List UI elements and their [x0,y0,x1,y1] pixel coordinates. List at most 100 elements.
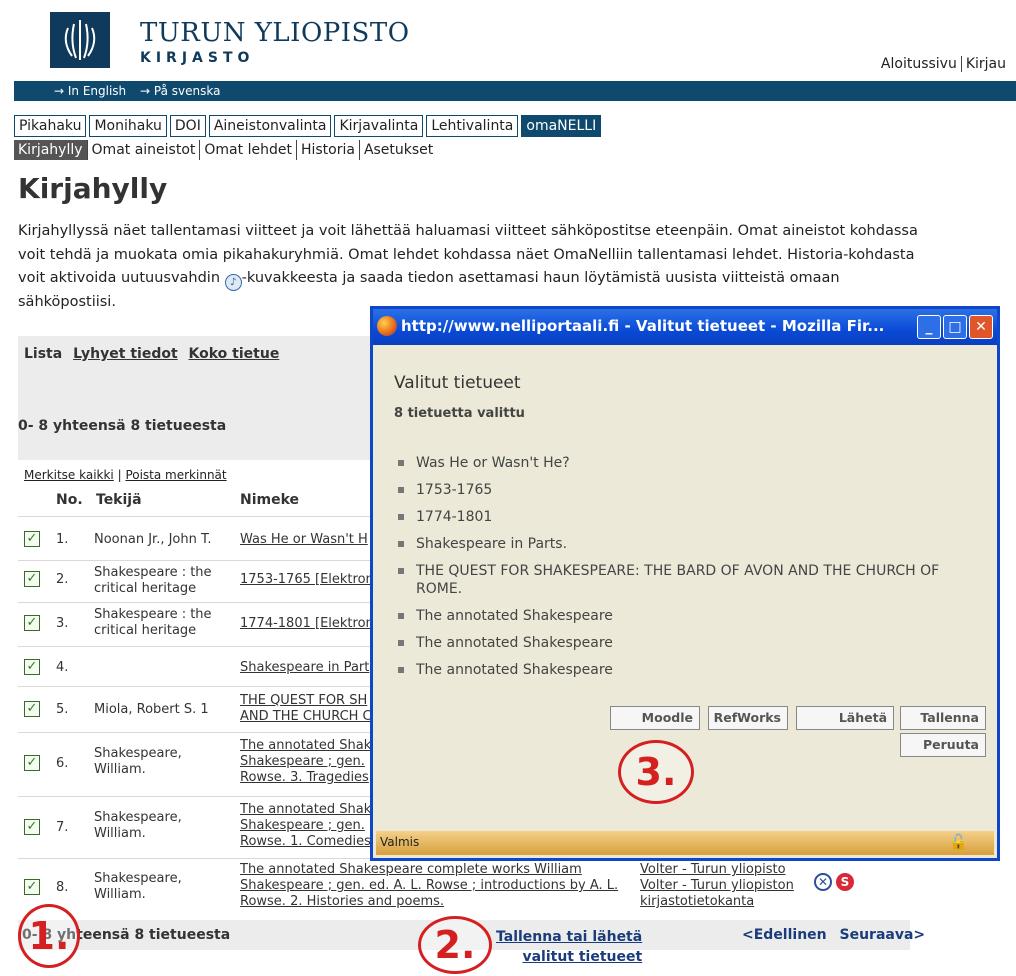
tab-monihaku[interactable]: Monihaku [89,115,167,137]
tab-doi[interactable]: DOI [169,115,206,137]
moodle-button[interactable]: Moodle [610,706,700,730]
row-author: Miola, Robert S. 1 [94,702,209,717]
page-title: Kirjahylly [18,172,168,205]
close-icon[interactable]: ✕ [969,315,993,339]
popup-content: Valitut tietueet 8 tietuetta valittu Was… [376,348,994,833]
next-page-link[interactable]: Seuraava> [840,927,926,943]
record-count-top: 0- 8 yhteensä 8 tietueesta [18,418,227,434]
row-number: 7. [56,820,69,835]
row-checkbox[interactable]: ✓ [24,879,40,895]
alert-bell-icon: ♪ [224,274,242,291]
university-name: TURUN YLIOPISTO [140,18,410,48]
selected-records-list: Was He or Wasn't He? 1753-1765 1774-1801… [398,454,978,688]
send-button[interactable]: Lähetä [796,706,894,730]
mark-links: Merkitse kaikki | Poista merkinnät [24,468,227,482]
minimize-icon[interactable]: _ [917,315,941,339]
maximize-icon[interactable]: □ [943,315,967,339]
row-number: 6. [56,756,69,771]
mark-all-link[interactable]: Merkitse kaikki [24,468,114,482]
sub-tabs: Kirjahylly Omat aineistot Omat lehdet Hi… [14,140,437,160]
refworks-button[interactable]: RefWorks [708,706,788,730]
row-author: Noonan Jr., John T. [94,532,212,547]
row-author: Shakespeare : the critical heritage [94,607,212,638]
english-link[interactable]: → In English [54,84,126,98]
tab-pikahaku[interactable]: Pikahaku [14,115,87,137]
row-checkbox[interactable]: ✓ [24,755,40,771]
save-button[interactable]: Tallenna [900,706,986,730]
subtab-asetukset[interactable]: Asetukset [360,140,437,160]
row-checkbox[interactable]: ✓ [24,571,40,587]
row-author: Shakespeare, William. [94,746,182,777]
window-title: http://www.nelliportaali.fi - Valitut ti… [401,317,885,335]
row-number: 8. [56,880,69,895]
row-title-link[interactable]: The annotated Shakespeare complete works… [240,862,640,910]
subtab-kirjahylly[interactable]: Kirjahylly [14,140,88,160]
window-controls: _ □ ✕ [917,315,993,339]
col-header-no: No. [56,492,83,508]
list-item: The annotated Shakespeare [398,634,978,652]
list-item: THE QUEST FOR SHAKESPEARE: THE BARD OF A… [398,562,978,598]
view-list[interactable]: Lista [24,346,62,362]
row-checkbox[interactable]: ✓ [24,819,40,835]
view-short[interactable]: Lyhyet tiedot [73,346,178,362]
unmark-link[interactable]: Poista merkinnät [125,468,226,482]
list-item: Shakespeare in Parts. [398,535,978,553]
row-title-link[interactable]: The annotated Shake Shakespeare ; gen. R… [240,738,380,786]
cancel-button[interactable]: Peruuta [900,733,986,757]
row-checkbox[interactable]: ✓ [24,615,40,631]
tab-aineistonvalinta[interactable]: Aineistonvalinta [208,115,332,137]
tab-lehtivalinta[interactable]: Lehtivalinta [426,115,519,137]
row-actions: ✕ S [814,873,854,891]
row-title-link[interactable]: The annotated Shake Shakespeare ; gen. R… [240,802,380,850]
row-checkbox[interactable]: ✓ [24,659,40,675]
save-send-line-2: valitut tietueet [522,949,643,965]
row-checkbox[interactable]: ✓ [24,531,40,547]
row-title-link[interactable]: THE QUEST FOR SH AND THE CHURCH C [240,693,380,725]
row-checkbox[interactable]: ✓ [24,701,40,717]
selected-records-window: http://www.nelliportaali.fi - Valitut ti… [370,306,1000,861]
annotation-marker-2: 2. [418,916,492,974]
row-number: 2. [56,572,69,587]
previous-page-link[interactable]: <Edellinen [742,927,827,943]
library-name: KIRJASTO [140,50,255,66]
save-or-send-selected-link[interactable]: Tallenna tai lähetä valitut tietueet [496,927,642,967]
subtab-omat-aineistot[interactable]: Omat aineistot [88,140,201,160]
swedish-link[interactable]: → På svenska [140,84,220,98]
window-titlebar[interactable]: http://www.nelliportaali.fi - Valitut ti… [373,309,997,345]
login-link[interactable]: Kirjau [962,56,1010,72]
sfx-link-icon[interactable]: S [836,873,854,891]
popup-title: Valitut tietueet [394,373,521,393]
tab-omanelli[interactable]: omaNELLI [521,115,602,137]
annotation-marker-1: 1. [18,904,80,968]
main-tabs: Pikahaku Monihaku DOI Aineistonvalinta K… [14,115,602,137]
list-item: The annotated Shakespeare [398,607,978,625]
row-author: Shakespeare : the critical heritage [94,565,212,596]
subtab-omat-lehdet[interactable]: Omat lehdet [200,140,297,160]
col-header-title: Nimeke [240,492,300,508]
row-number: 4. [56,660,69,675]
list-item: The annotated Shakespeare [398,661,978,679]
list-item: 1753-1765 [398,481,978,499]
remove-icon[interactable]: ✕ [814,873,832,891]
save-send-line-1: Tallenna tai lähetä [496,929,643,945]
home-link[interactable]: Aloitussivu [877,56,961,72]
row-number: 3. [56,616,69,631]
pager: <Edellinen Seuraava> [742,927,933,943]
col-header-author: Tekijä [96,492,142,508]
window-statusbar: Valmis 🔓 [376,831,994,855]
view-full[interactable]: Koko tietue [189,346,280,362]
list-item: 1774-1801 [398,508,978,526]
annotation-marker-3: 3. [618,740,694,804]
tab-kirjavalinta[interactable]: Kirjavalinta [334,115,424,137]
university-logo [50,12,110,68]
subtab-historia[interactable]: Historia [297,140,360,160]
popup-selected-count: 8 tietuetta valittu [394,406,525,421]
list-item: Was He or Wasn't He? [398,454,978,472]
status-text: Valmis [380,835,420,849]
language-bar: → In English → På svenska [14,81,1016,101]
view-options: Lista Lyhyet tiedot Koko tietue [24,346,285,362]
row-number: 1. [56,532,69,547]
table-row: ✓ 8. Shakespeare, William. The annotated… [18,858,878,918]
top-links: Aloitussivu Kirjau [877,56,1010,72]
intro-text: Kirjahyllyssä näet tallentamasi viitteet… [18,220,918,315]
